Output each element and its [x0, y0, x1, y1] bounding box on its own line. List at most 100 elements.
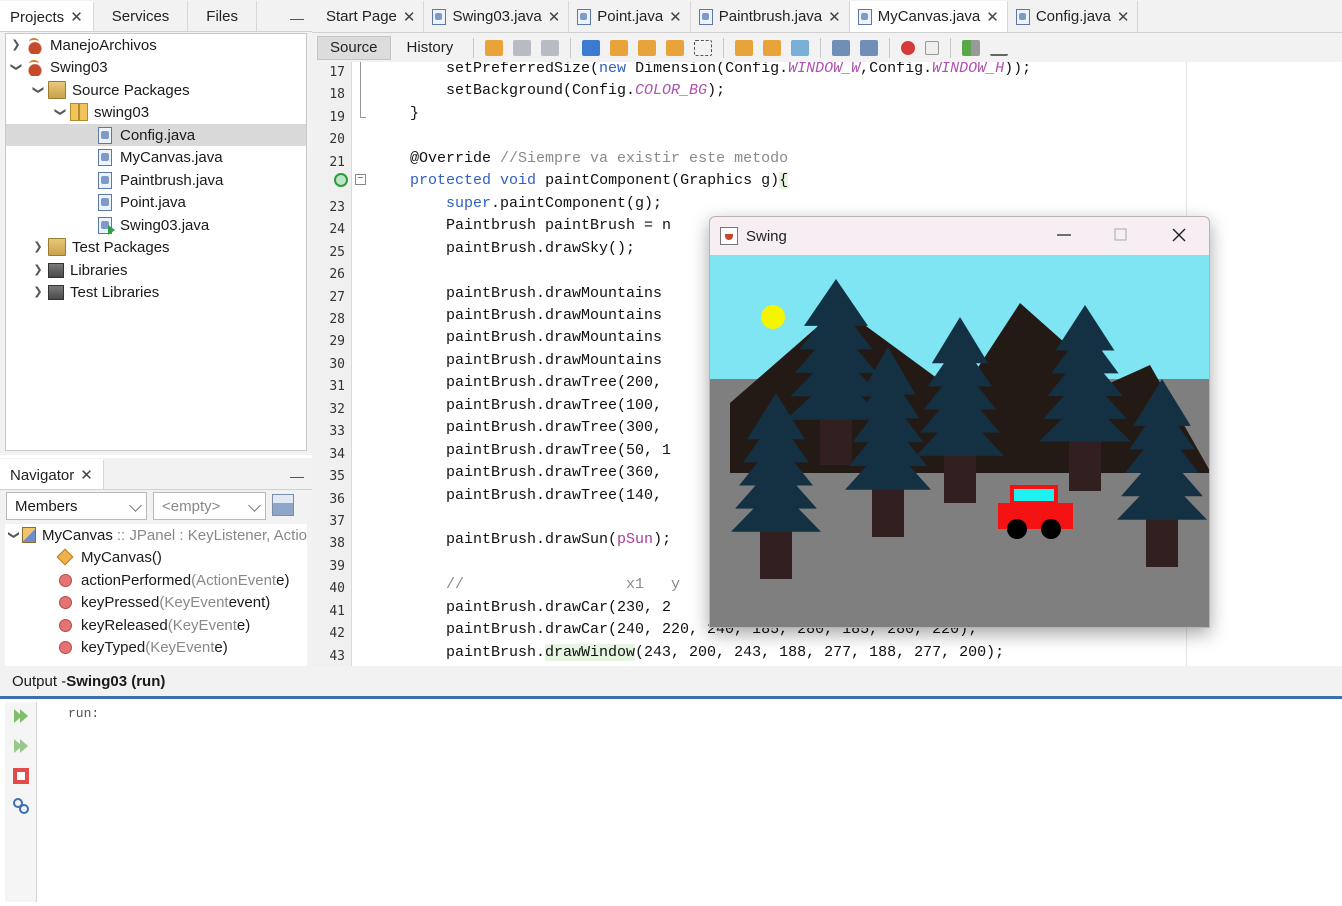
- chevron-down-icon[interactable]: ❯: [32, 84, 44, 96]
- shift-left-icon[interactable]: [832, 39, 851, 56]
- back-icon[interactable]: [513, 39, 532, 56]
- stop-icon[interactable]: [11, 766, 31, 786]
- chevron-right-icon[interactable]: ❯: [32, 241, 44, 253]
- start-macro-icon[interactable]: [901, 40, 916, 55]
- output-tab[interactable]: Output - Swing03 (run): [0, 666, 1342, 699]
- history-view-button[interactable]: History: [395, 36, 466, 60]
- member-item[interactable]: keyTyped (KeyEvent e): [5, 636, 307, 658]
- member-item[interactable]: keyPressed (KeyEvent event): [5, 591, 307, 613]
- code-line[interactable]: protected void paintComponent(Graphics g…: [374, 170, 789, 192]
- code-line[interactable]: paintBrush.drawCar(230, 2: [374, 597, 671, 619]
- editor-tab-paintbrush[interactable]: Paintbrush.java ✕: [691, 1, 850, 32]
- close-icon[interactable]: ✕: [1117, 8, 1130, 26]
- swing-window[interactable]: Swing: [709, 216, 1210, 628]
- code-line[interactable]: paintBrush.drawMountains: [374, 327, 662, 349]
- members-filter-select[interactable]: Members: [6, 492, 147, 520]
- tab-files[interactable]: Files: [188, 1, 257, 31]
- close-icon[interactable]: ✕: [548, 8, 561, 26]
- tree-item-mycanvas-java[interactable]: MyCanvas.java: [6, 146, 306, 168]
- code-line[interactable]: paintBrush.drawTree(100,: [374, 395, 662, 417]
- swing-titlebar[interactable]: Swing: [710, 217, 1209, 255]
- code-line[interactable]: setBackground(Config.COLOR_BG);: [374, 80, 725, 102]
- find-previous-icon[interactable]: [610, 39, 629, 56]
- chevron-down-icon[interactable]: ❯: [54, 106, 66, 118]
- code-line[interactable]: paintBrush.drawSky();: [374, 238, 635, 260]
- close-window-icon[interactable]: [1171, 227, 1187, 243]
- tree-item-point-java[interactable]: Point.java: [6, 191, 306, 213]
- member-class-mycanvas[interactable]: ❯ MyCanvas :: JPanel : KeyListener, Acti…: [5, 524, 307, 546]
- editor-tab-mycanvas[interactable]: MyCanvas.java ✕: [849, 1, 1008, 32]
- maximize-window-icon[interactable]: [1113, 227, 1129, 243]
- code-line[interactable]: paintBrush.drawSun(pSun);: [374, 529, 671, 551]
- tab-projects[interactable]: Projects ✕: [0, 1, 94, 31]
- shift-right-icon[interactable]: [860, 39, 879, 56]
- code-line[interactable]: paintBrush.drawMountains: [374, 305, 662, 327]
- tree-item-manejoarchivos[interactable]: ❯ ManejoArchivos: [6, 34, 306, 56]
- code-line[interactable]: paintBrush.drawTree(300,: [374, 417, 662, 439]
- member-item[interactable]: MyCanvas(): [5, 546, 307, 568]
- code-line[interactable]: paintBrush.drawWindow(243, 200, 243, 188…: [374, 642, 1004, 664]
- editor-tab-point[interactable]: Point.java ✕: [569, 1, 691, 32]
- chevron-down-icon[interactable]: ❯: [8, 530, 20, 539]
- code-line[interactable]: paintBrush.drawTree(200,: [374, 372, 662, 394]
- drawing-canvas[interactable]: [710, 255, 1210, 628]
- code-line[interactable]: setPreferredSize(new Dimension(Config.WI…: [374, 62, 1031, 80]
- code-line[interactable]: paintBrush.drawMountains: [374, 283, 662, 305]
- find-next-icon[interactable]: [638, 39, 657, 56]
- toggle-highlight-icon[interactable]: [666, 39, 685, 56]
- minimize-icon[interactable]: [290, 8, 304, 20]
- previous-bookmark-icon[interactable]: [735, 39, 754, 56]
- override-marker-icon[interactable]: [334, 173, 348, 187]
- minimize-window-icon[interactable]: [1056, 227, 1072, 243]
- toggle-bookmark-icon[interactable]: [791, 39, 810, 56]
- tab-navigator[interactable]: Navigator ✕: [0, 459, 104, 489]
- code-line[interactable]: paintBrush.drawTree(360,: [374, 462, 662, 484]
- code-line[interactable]: Paintbrush paintBrush = n: [374, 215, 671, 237]
- tree-item-test-libraries[interactable]: ❯ Test Libraries: [6, 281, 306, 303]
- close-icon[interactable]: ✕: [403, 8, 416, 26]
- chevron-down-icon[interactable]: ❯: [10, 61, 22, 73]
- code-line[interactable]: // x1 y: [374, 574, 680, 596]
- code-line[interactable]: paintBrush.drawMountains: [374, 350, 662, 372]
- editor-tab-swing03[interactable]: Swing03.java ✕: [424, 1, 570, 32]
- close-icon[interactable]: ✕: [70, 8, 83, 26]
- editor-tab-start-page[interactable]: Start Page ✕: [312, 1, 425, 32]
- code-line[interactable]: paintBrush.drawTree(140,: [374, 485, 662, 507]
- tree-item-paintbrush-java[interactable]: Paintbrush.java: [6, 169, 306, 191]
- tree-item-config-java[interactable]: Config.java: [6, 124, 306, 146]
- editor-tab-config[interactable]: Config.java ✕: [1008, 1, 1139, 32]
- stop-macro-icon[interactable]: [925, 40, 940, 55]
- minimize-icon[interactable]: [290, 466, 304, 478]
- code-line[interactable]: @Override //Siempre va existir este meto…: [374, 148, 788, 170]
- tree-item-source-packages[interactable]: ❯ Source Packages: [6, 79, 306, 101]
- collapse-fold-icon[interactable]: −: [355, 174, 366, 185]
- navigator-options-icon[interactable]: [272, 494, 294, 516]
- uncomment-icon[interactable]: [990, 40, 1009, 56]
- code-line[interactable]: paintBrush.drawTree(50, 1: [374, 440, 671, 462]
- tree-item-swing03-java[interactable]: Swing03.java: [6, 214, 306, 236]
- tree-item-package-swing03[interactable]: ❯ swing03: [6, 101, 306, 123]
- rerun-with-params-icon[interactable]: [11, 736, 31, 756]
- close-icon[interactable]: ✕: [669, 8, 682, 26]
- member-item[interactable]: keyReleased (KeyEvent e): [5, 614, 307, 636]
- member-item[interactable]: actionPerformed (ActionEvent e): [5, 569, 307, 591]
- next-bookmark-icon[interactable]: [763, 39, 782, 56]
- rerun-icon[interactable]: [11, 706, 31, 726]
- close-icon[interactable]: ✕: [80, 466, 93, 484]
- close-icon[interactable]: ✕: [986, 8, 999, 26]
- source-view-button[interactable]: Source: [317, 35, 391, 60]
- tree-item-libraries[interactable]: ❯ Libraries: [6, 259, 306, 281]
- tree-item-test-packages[interactable]: ❯ Test Packages: [6, 236, 306, 258]
- scope-select[interactable]: <empty>: [153, 492, 266, 520]
- settings-icon[interactable]: [11, 796, 31, 816]
- tab-services[interactable]: Services: [94, 1, 189, 31]
- chevron-right-icon[interactable]: ❯: [32, 286, 44, 298]
- chevron-right-icon[interactable]: ❯: [32, 264, 44, 276]
- find-icon[interactable]: [582, 39, 601, 56]
- code-line[interactable]: super.paintComponent(g);: [374, 193, 662, 215]
- code-line[interactable]: }: [374, 103, 419, 125]
- close-icon[interactable]: ✕: [828, 8, 841, 26]
- chevron-right-icon[interactable]: ❯: [10, 39, 22, 51]
- last-edit-icon[interactable]: [485, 39, 504, 56]
- forward-icon[interactable]: [541, 39, 560, 56]
